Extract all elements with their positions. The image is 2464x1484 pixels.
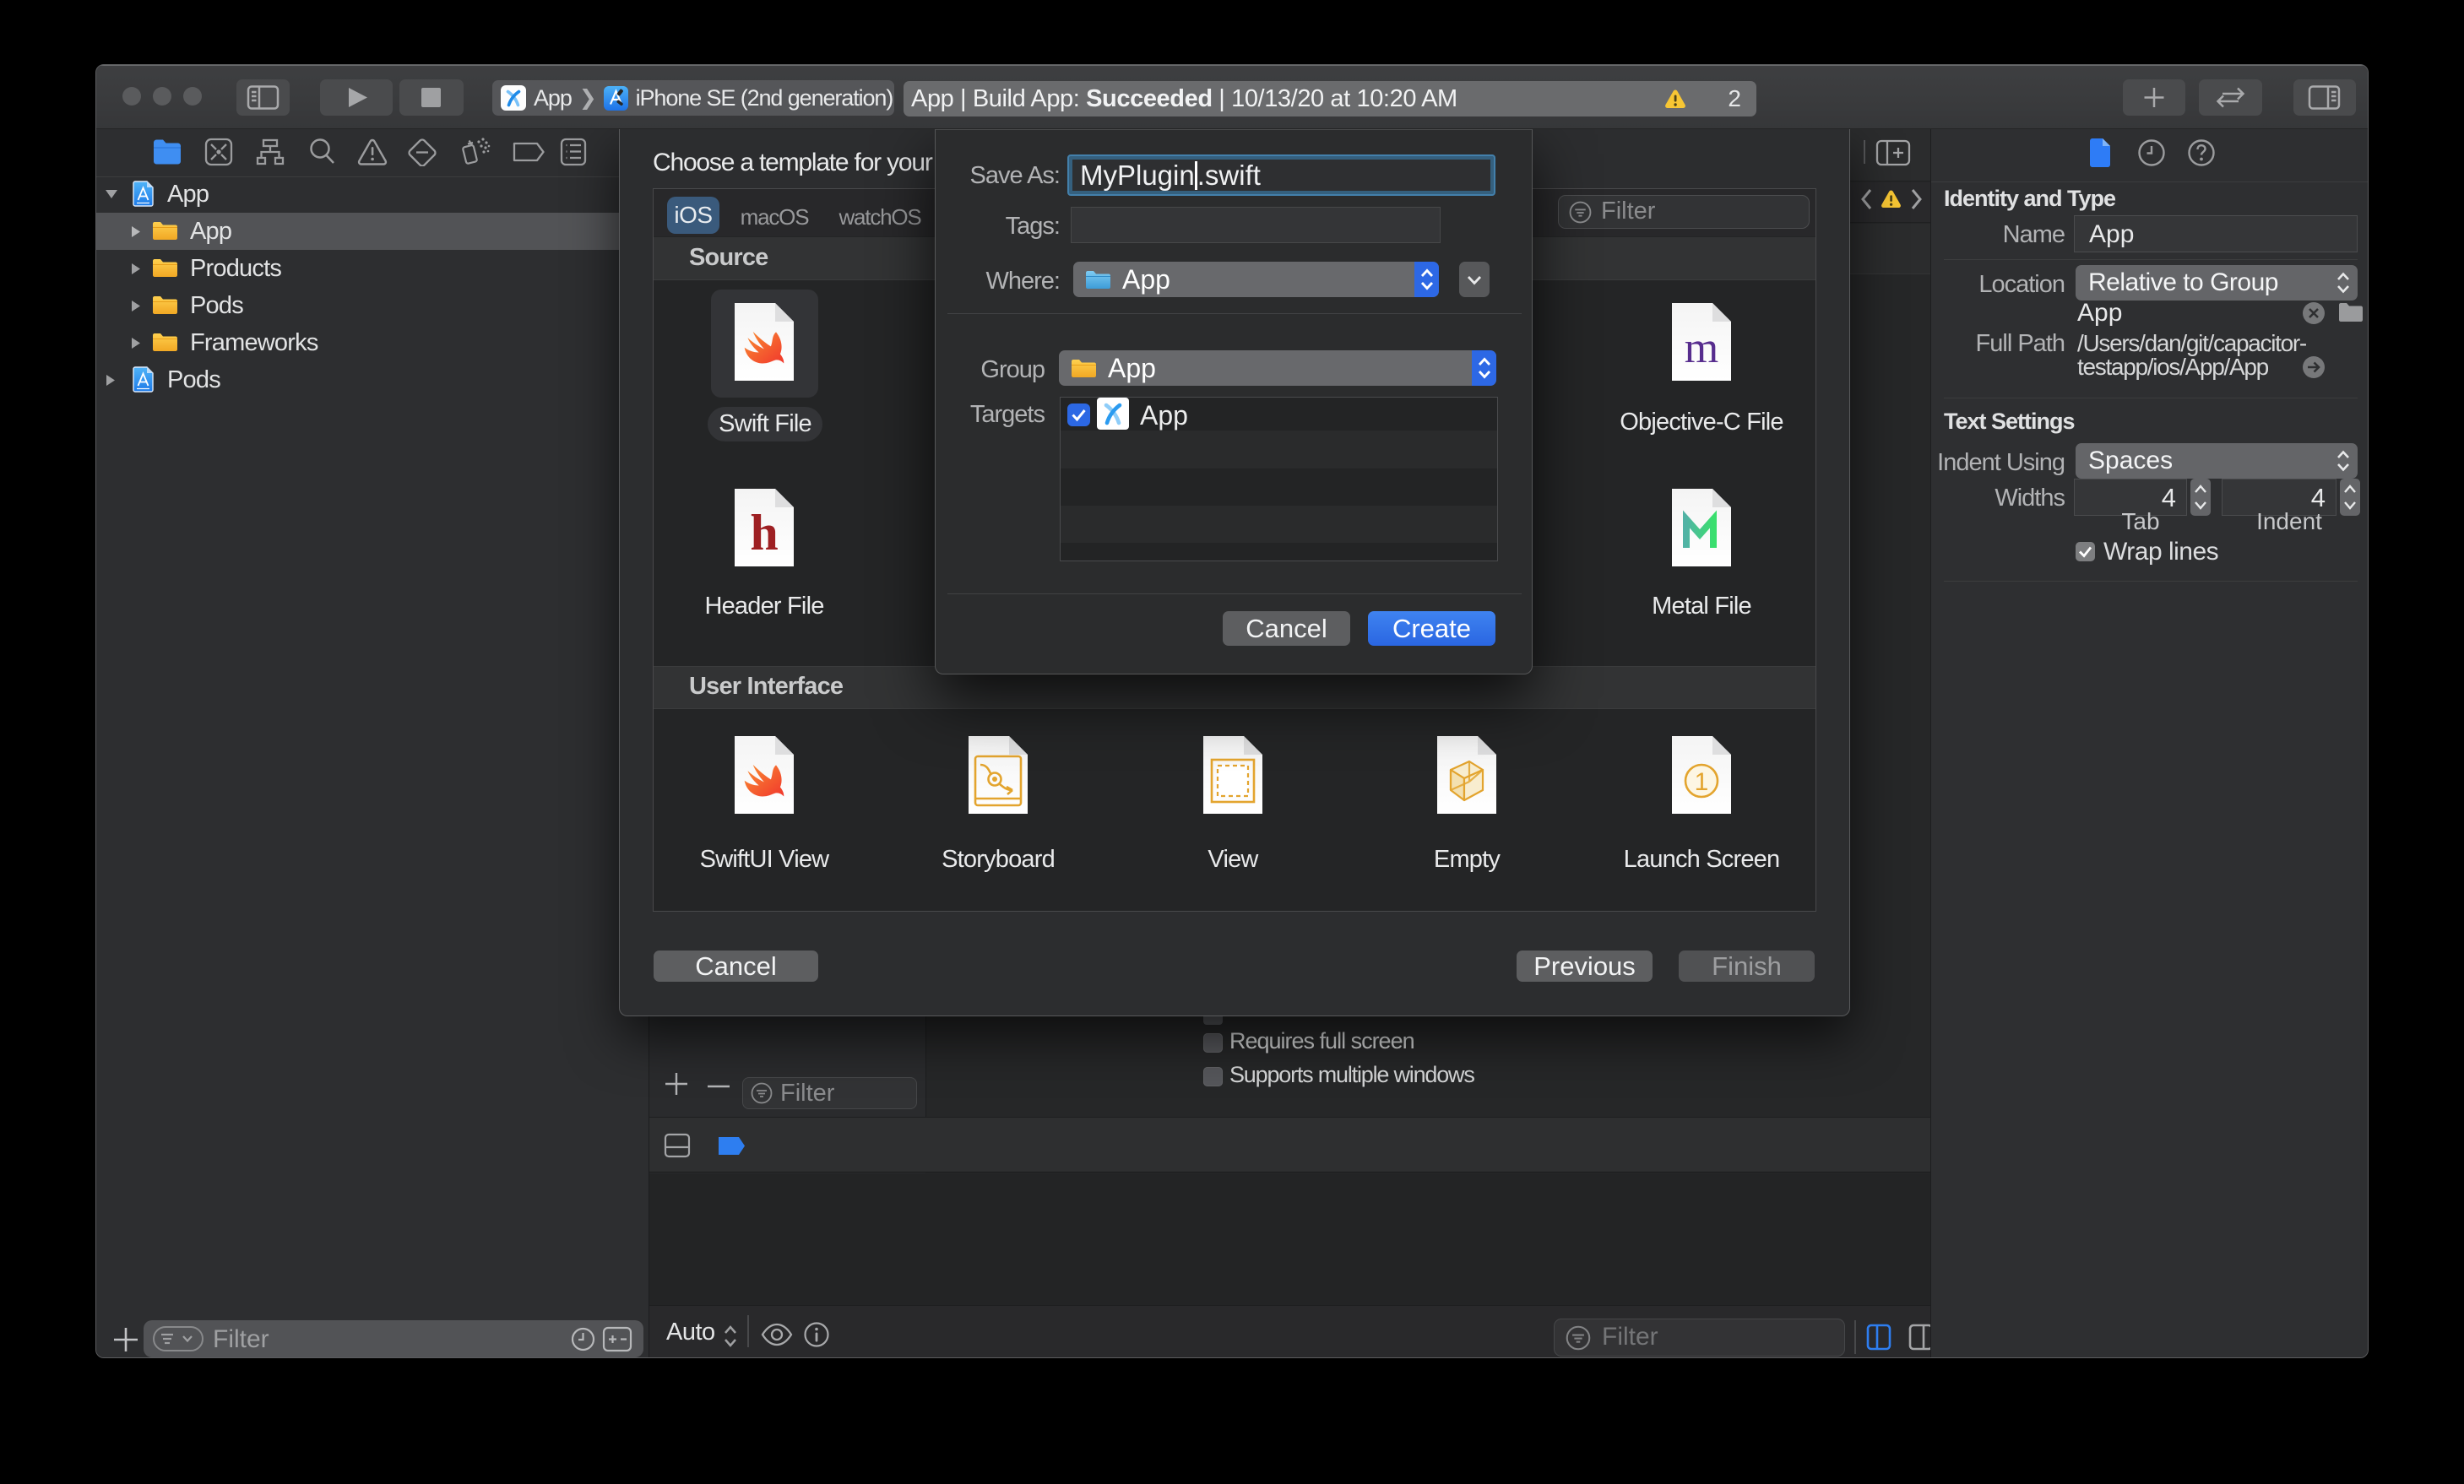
svg-text:h: h (750, 505, 778, 561)
svg-text:m: m (1685, 324, 1718, 372)
svg-text:1: 1 (1695, 768, 1709, 796)
